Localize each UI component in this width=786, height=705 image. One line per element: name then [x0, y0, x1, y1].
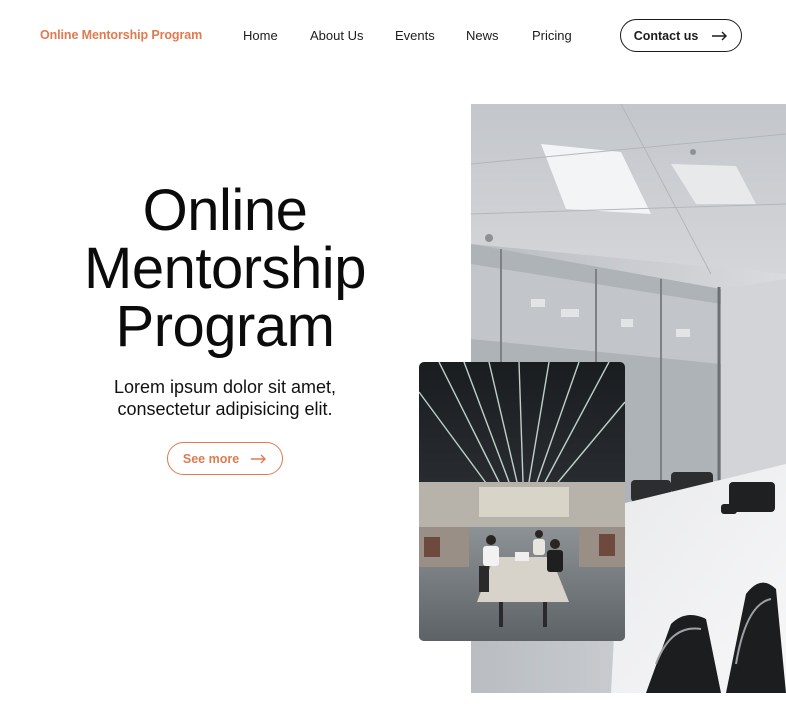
hero-title: Online Mentorship Program [40, 182, 410, 356]
nav-events[interactable]: Events [395, 28, 435, 43]
nav-about-us[interactable]: About Us [310, 28, 363, 43]
nav-pricing[interactable]: Pricing [532, 28, 572, 43]
nav-news[interactable]: News [466, 28, 499, 43]
arrow-right-icon [251, 454, 267, 463]
hero-subtitle-line: consectetur adipisicing elit. [117, 399, 333, 419]
hero-title-line: Mentorship [84, 236, 366, 301]
hero-title-line: Program [115, 294, 335, 359]
arrow-right-icon [712, 31, 728, 40]
nav-home[interactable]: Home [243, 28, 278, 43]
contact-us-button[interactable]: Contact us [620, 19, 742, 52]
open-office-photo [419, 362, 625, 641]
see-more-button[interactable]: See more [167, 442, 283, 475]
hero-subtitle-line: Lorem ipsum dolor sit amet, [113, 377, 337, 397]
see-more-label: See more [182, 451, 240, 466]
contact-us-label: Contact us [633, 28, 699, 43]
hero-title-line: Online [142, 178, 308, 243]
hero-subtitle: Lorem ipsum dolor sit amet, consectetur … [70, 376, 380, 420]
